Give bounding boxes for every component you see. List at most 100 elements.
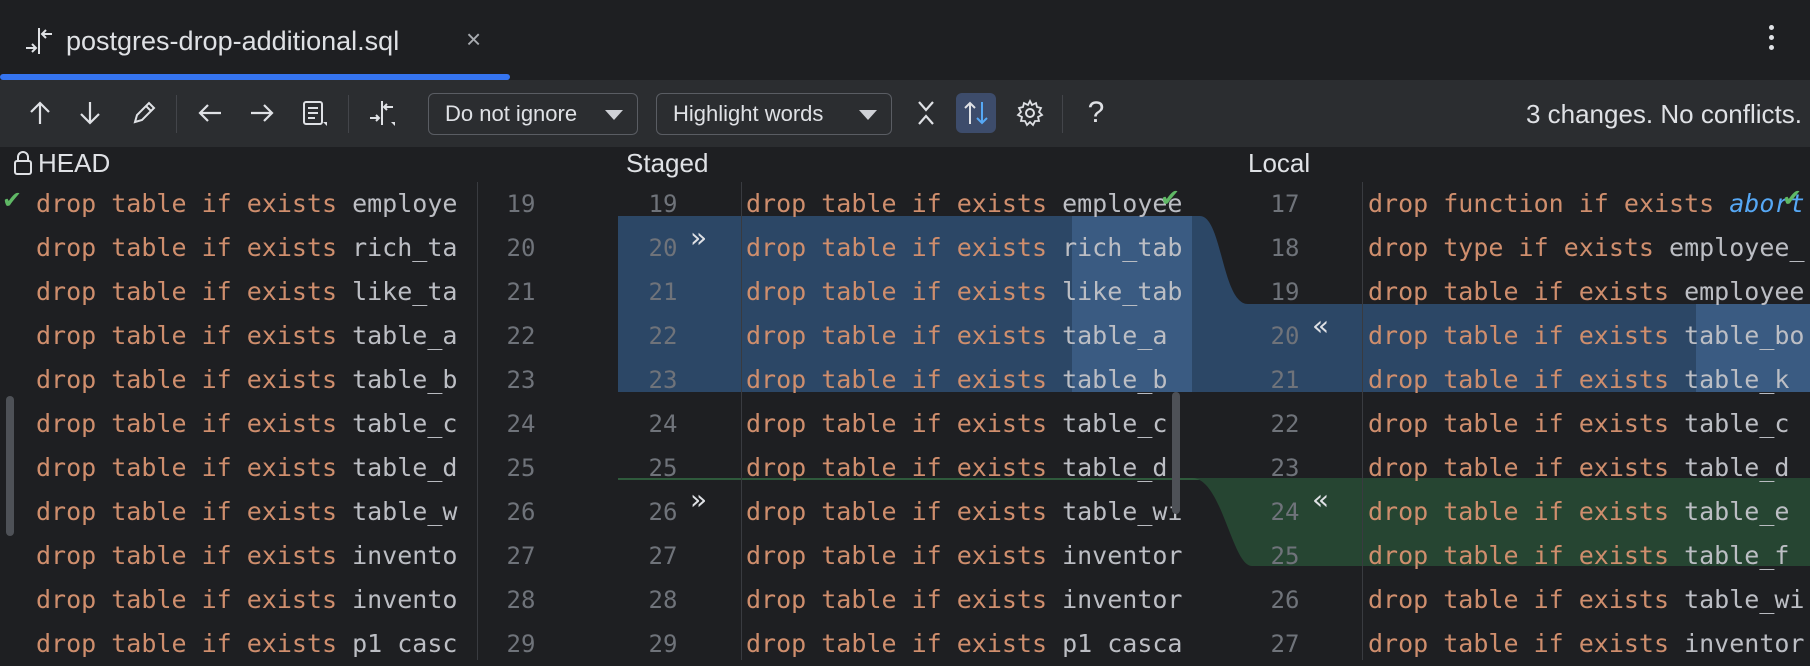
staged-line-numbers: 19 20 21 22 23 24 25 26 27 28 29 bbox=[628, 182, 698, 660]
line-number: 22 bbox=[506, 322, 536, 350]
code-line[interactable]: drop table if exists rich_ta bbox=[36, 226, 457, 270]
apply-change-right-icon[interactable]: » bbox=[690, 478, 707, 522]
sql-keywords: drop table if exists bbox=[36, 277, 353, 306]
highlight-mode-dropdown[interactable]: Highlight words bbox=[656, 93, 892, 135]
staged-scrollbar[interactable] bbox=[1172, 392, 1180, 514]
code-line[interactable]: drop table if exists like_ta bbox=[36, 270, 457, 314]
line-number: 18 bbox=[1270, 234, 1300, 262]
staged-pane[interactable]: drop table if exists employee drop table … bbox=[746, 182, 1192, 660]
ignore-whitespace-dropdown[interactable]: Do not ignore bbox=[428, 93, 638, 135]
code-line[interactable]: drop table if exists table_b bbox=[746, 358, 1167, 402]
sql-keywords: drop table if exists bbox=[746, 365, 1063, 394]
sql-identifier: rich_ta bbox=[352, 233, 458, 262]
file-tab[interactable]: postgres-drop-additional.sql × bbox=[0, 0, 510, 80]
code-line[interactable]: drop table if exists table_wi bbox=[746, 490, 1183, 534]
line-number: 23 bbox=[506, 366, 536, 394]
sql-identifier: employe bbox=[352, 189, 458, 218]
arrow-down-icon bbox=[80, 102, 100, 125]
sql-keywords: drop table if exists bbox=[1368, 585, 1685, 614]
sql-keywords: drop table if exists bbox=[1368, 453, 1685, 482]
code-line[interactable]: drop table if exists table_a bbox=[746, 314, 1167, 358]
code-line[interactable]: drop table if exists table_c bbox=[1368, 402, 1789, 446]
line-number: 17 bbox=[1270, 190, 1300, 218]
collapse-unchanged-button[interactable] bbox=[906, 93, 946, 133]
code-line[interactable]: drop table if exists table_w bbox=[36, 490, 457, 534]
sql-keywords: drop table if exists bbox=[36, 189, 353, 218]
sql-identifier: rich_tab bbox=[1062, 233, 1183, 262]
code-line[interactable]: drop table if exists table_e bbox=[1368, 490, 1789, 534]
code-line[interactable]: drop table if exists employee bbox=[746, 182, 1183, 226]
line-number: 27 bbox=[1270, 630, 1300, 658]
code-line[interactable]: drop table if exists employe bbox=[36, 182, 457, 226]
sql-identifier: table_c bbox=[1684, 409, 1790, 438]
code-line[interactable]: drop function if exists abort bbox=[1368, 182, 1805, 226]
code-line[interactable]: drop table if exists rich_tab bbox=[746, 226, 1183, 270]
settings-button[interactable] bbox=[1010, 93, 1050, 133]
sql-keywords: drop table if exists bbox=[746, 497, 1063, 526]
code-line[interactable]: drop table if exists table_bo bbox=[1368, 314, 1805, 358]
apply-change-left-icon[interactable]: « bbox=[1312, 478, 1329, 522]
line-number: 21 bbox=[1270, 366, 1300, 394]
sql-identifier: inventor bbox=[1062, 541, 1183, 570]
close-tab-icon[interactable]: × bbox=[466, 24, 481, 55]
sync-scroll-button[interactable] bbox=[956, 93, 996, 133]
chevron-down-icon bbox=[859, 110, 877, 120]
document-list-icon bbox=[303, 101, 327, 126]
sql-identifier: inventor bbox=[1062, 585, 1183, 614]
code-line[interactable]: drop table if exists table_d bbox=[1368, 446, 1789, 490]
check-icon: ✔ bbox=[1160, 184, 1181, 212]
sql-keywords: drop type if exists bbox=[1368, 233, 1670, 262]
file-list-button[interactable] bbox=[294, 93, 334, 133]
code-line[interactable]: drop table if exists table_f bbox=[1368, 534, 1789, 578]
line-number: 21 bbox=[506, 278, 536, 306]
sql-identifier: table_k bbox=[1684, 365, 1790, 394]
code-line[interactable]: drop table if exists table_c bbox=[746, 402, 1167, 446]
code-line[interactable]: drop type if exists employee_ bbox=[1368, 226, 1805, 270]
more-options-icon[interactable] bbox=[1760, 20, 1782, 60]
code-line[interactable]: drop table if exists table_d bbox=[36, 446, 457, 490]
line-number: 27 bbox=[648, 542, 678, 570]
help-button[interactable]: ? bbox=[1076, 93, 1116, 133]
sql-identifier: table_f bbox=[1684, 541, 1790, 570]
diff-viewer-mode-button[interactable] bbox=[362, 93, 402, 133]
code-line[interactable]: drop table if exists inventor bbox=[746, 534, 1183, 578]
code-line[interactable]: drop table if exists table_a bbox=[36, 314, 457, 358]
diff-mode-icon bbox=[370, 101, 395, 126]
code-line[interactable]: drop table if exists p1 casc bbox=[36, 622, 457, 660]
code-line[interactable]: drop table if exists inventor bbox=[1368, 622, 1805, 660]
code-line[interactable]: drop table if exists table_d bbox=[746, 446, 1167, 490]
sql-identifier: table_d bbox=[352, 453, 458, 482]
sql-keywords: drop table if exists bbox=[746, 541, 1063, 570]
apply-change-left-icon[interactable]: « bbox=[1312, 304, 1329, 348]
code-line[interactable]: drop table if exists invento bbox=[36, 534, 457, 578]
apply-change-right-icon[interactable]: » bbox=[690, 216, 707, 260]
sql-keywords: drop table if exists bbox=[746, 321, 1063, 350]
next-difference-button[interactable] bbox=[70, 93, 110, 133]
head-pane-title: HEAD bbox=[38, 148, 111, 178]
head-line-numbers: 19 20 21 22 23 24 25 26 27 28 29 bbox=[486, 182, 556, 660]
edit-source-button[interactable] bbox=[124, 93, 164, 133]
sql-keywords: drop table if exists bbox=[1368, 321, 1685, 350]
previous-difference-button[interactable] bbox=[20, 93, 60, 133]
code-line[interactable]: drop table if exists invento bbox=[36, 578, 457, 622]
sql-keywords: drop table if exists bbox=[746, 629, 1063, 658]
code-line[interactable]: drop table if exists table_wi bbox=[1368, 578, 1805, 622]
code-line[interactable]: drop table if exists table_k bbox=[1368, 358, 1789, 402]
head-scrollbar[interactable] bbox=[6, 396, 14, 536]
line-number: 20 bbox=[506, 234, 536, 262]
code-line[interactable]: drop table if exists p1 casca bbox=[746, 622, 1183, 660]
local-line-numbers: 17 18 19 20 21 22 23 24 25 26 27 bbox=[1250, 182, 1320, 660]
head-pane[interactable]: drop table if exists employe drop table i… bbox=[0, 182, 476, 660]
local-pane[interactable]: drop function if exists abort drop type i… bbox=[1368, 182, 1810, 660]
code-line[interactable]: drop table if exists inventor bbox=[746, 578, 1183, 622]
sql-keywords: drop table if exists bbox=[746, 409, 1063, 438]
line-number: 19 bbox=[506, 190, 536, 218]
sql-keywords: drop function if exists bbox=[1368, 189, 1730, 218]
code-line[interactable]: drop table if exists table_c bbox=[36, 402, 457, 446]
code-line[interactable]: drop table if exists employee bbox=[1368, 270, 1805, 314]
next-file-button[interactable] bbox=[242, 93, 282, 133]
code-line[interactable]: drop table if exists table_b bbox=[36, 358, 457, 402]
previous-file-button[interactable] bbox=[190, 93, 230, 133]
sql-keywords: drop table if exists bbox=[746, 585, 1063, 614]
code-line[interactable]: drop table if exists like_tab bbox=[746, 270, 1183, 314]
